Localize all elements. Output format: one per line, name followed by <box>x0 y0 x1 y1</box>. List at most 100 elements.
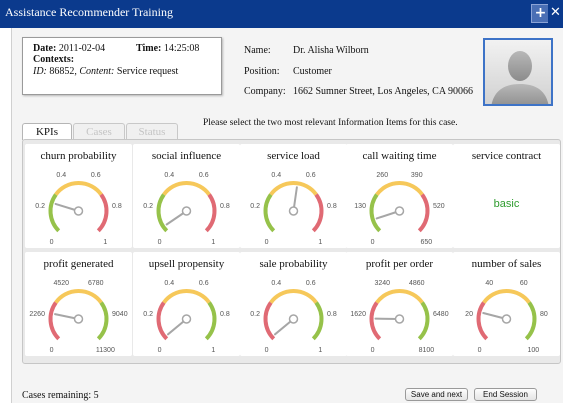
context-info-box: Date: 2011-02-04 Time: 14:25:08 Contexts… <box>22 37 222 95</box>
kpi-card[interactable]: service contract basic <box>453 144 560 248</box>
gauge-arc-segment <box>54 289 103 304</box>
gauge-hub <box>394 206 405 216</box>
gauge-tick-label: 0.4 <box>56 172 66 179</box>
gauge-tick-label: 20 <box>465 311 473 318</box>
gauge-arc-segment <box>204 193 217 233</box>
gauge-tick-label: 0.8 <box>327 311 337 318</box>
gauge-arc-segment <box>48 301 61 341</box>
gauge: 0 0.2 0.4 0.6 0.8 1 <box>35 172 122 246</box>
gauge-tick-label: 1 <box>318 347 322 354</box>
end-session-button[interactable]: End Session <box>474 388 537 401</box>
gauge-tick-label: 520 <box>433 203 445 210</box>
gauge: 0 0.2 0.4 0.6 0.8 1 <box>250 172 337 246</box>
kpi-card[interactable]: service load 0 0.2 0.4 0.6 0.8 1 <box>240 144 347 248</box>
gauge-tick-label: 0 <box>50 347 54 354</box>
gauge-arc-segment <box>96 193 109 233</box>
gauge-tick-label: 0 <box>371 239 375 246</box>
gauge-arc-segment <box>263 301 276 341</box>
gauge-tick-label: 0.4 <box>164 280 174 287</box>
gauge-tick-label: 4860 <box>409 280 425 287</box>
gauge-hub <box>501 314 512 324</box>
gauge-tick-label: 0.2 <box>143 203 153 210</box>
person-silhouette-icon <box>485 40 551 104</box>
gauge-hub <box>73 206 84 216</box>
gauge-arc-segment <box>417 193 430 233</box>
gauge-hub <box>73 314 84 324</box>
gauge-tick-label: 0 <box>371 347 375 354</box>
gauge-tick-label: 0 <box>158 239 162 246</box>
gauge: 0 20 40 60 80 100 <box>465 280 548 354</box>
gauge-arc-segment <box>369 193 382 233</box>
gauge-tick-label: 0.2 <box>35 203 45 210</box>
gauge-arc-segment <box>269 181 318 196</box>
gauge: 0 0.2 0.4 0.6 0.8 1 <box>143 280 230 354</box>
close-icon[interactable]: ✕ <box>548 4 563 23</box>
gauge-tick-label: 0.6 <box>306 172 316 179</box>
date-value: 2011-02-04 <box>58 43 106 54</box>
gauge-arc-segment <box>269 289 318 304</box>
position-label: Position: <box>244 66 280 77</box>
title-bar: Assistance Recommender Training + ✕ <box>0 0 563 28</box>
kpi-card[interactable]: upsell propensity 0 0.2 0.4 0.6 0.8 1 <box>133 252 240 356</box>
tab-kpis[interactable]: KPIs <box>22 123 72 140</box>
gauge-tick-label: 0.6 <box>306 280 316 287</box>
gauge-tick-label: 0.8 <box>112 203 122 210</box>
tab-status[interactable]: Status <box>126 123 178 140</box>
gauge-tick-label: 130 <box>354 203 366 210</box>
gauge-tick-label: 0.4 <box>271 280 281 287</box>
gauge-tick-label: 0.2 <box>143 311 153 318</box>
gauge-tick-label: 0 <box>265 347 269 354</box>
kpi-card[interactable]: sale probability 0 0.2 0.4 0.6 0.8 1 <box>240 252 347 356</box>
gauge-arc-segment <box>375 181 424 196</box>
kpi-title: service contract <box>471 150 542 162</box>
gauge-tick-label: 0.6 <box>199 280 209 287</box>
gauge-tick-label: 2260 <box>29 311 45 318</box>
gauge-arc-segment <box>48 193 61 233</box>
gauge-tick-label: 4520 <box>53 280 69 287</box>
id-label: ID: <box>33 66 47 77</box>
gauge-tick-label: 100 <box>528 347 540 354</box>
name-label: Name: <box>244 45 271 56</box>
gauge-tick-label: 0.8 <box>220 203 230 210</box>
gauge-tick-label: 260 <box>376 172 388 179</box>
gauge-tick-label: 0 <box>478 347 482 354</box>
gauge-tick-label: 0.4 <box>164 172 174 179</box>
content-value: Service request <box>116 66 179 77</box>
gauge-arc-segment <box>162 181 211 196</box>
cases-remaining: Cases remaining: 5 <box>22 390 99 401</box>
id-value: 86852, <box>49 66 77 77</box>
kpi-card[interactable]: social influence 0 0.2 0.4 0.6 0.8 1 <box>133 144 240 248</box>
tab-cases[interactable]: Cases <box>73 123 125 140</box>
gauge-arc-segment <box>417 301 430 341</box>
gauge-tick-label: 1 <box>211 239 215 246</box>
gauge-tick-label: 0.6 <box>91 172 101 179</box>
kpi-card[interactable]: profit per order 0 1620 3240 4860 6480 8100 <box>346 252 453 356</box>
gauge-tick-label: 0.8 <box>327 203 337 210</box>
gauge-hub <box>181 314 192 324</box>
gauge-tick-label: 9040 <box>112 311 128 318</box>
save-and-next-button[interactable]: Save and next <box>405 388 468 401</box>
gauge-tick-label: 0.6 <box>199 172 209 179</box>
gauge: 0 130 260 390 520 650 <box>354 172 445 246</box>
kpi-card[interactable]: call waiting time 0 130 260 390 520 650 <box>346 144 453 248</box>
gauge-arc-segment <box>375 289 424 304</box>
gauge-arc-segment <box>156 301 169 341</box>
window-title: Assistance Recommender Training <box>5 5 173 19</box>
gauge-tick-label: 390 <box>411 172 423 179</box>
company-label: Company: <box>244 86 286 97</box>
gauge-hub <box>288 314 299 324</box>
kpi-card[interactable]: churn probability 0 0.2 0.4 0.6 0.8 1 <box>25 144 132 248</box>
time-value: 14:25:08 <box>163 43 200 54</box>
gauge-tick-label: 1 <box>211 347 215 354</box>
gauge: 0 1620 3240 4860 6480 8100 <box>350 280 449 354</box>
kpi-card[interactable]: profit generated 0 2260 4520 6780 9040 11300 <box>25 252 132 356</box>
kpi-card[interactable]: number of sales 0 20 40 60 80 100 <box>453 252 560 356</box>
gauge-tick-label: 6480 <box>433 311 449 318</box>
gauge-tick-label: 0.4 <box>271 172 281 179</box>
gauge-arc-segment <box>482 289 531 304</box>
gauge-tick-label: 80 <box>540 311 548 318</box>
gauge: 0 0.2 0.4 0.6 0.8 1 <box>250 280 337 354</box>
gauge-tick-label: 40 <box>485 280 493 287</box>
gauge-tick-label: 0.2 <box>250 311 260 318</box>
gauge-arc-segment <box>263 193 276 233</box>
